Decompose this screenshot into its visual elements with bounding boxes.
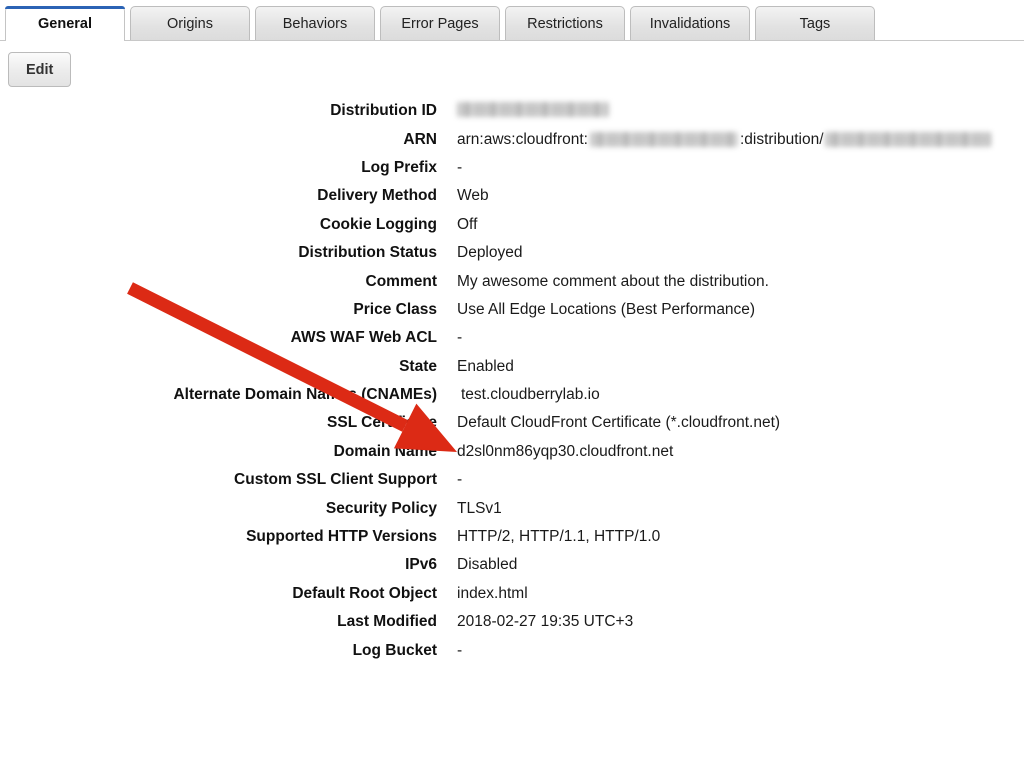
detail-label: Comment xyxy=(365,272,437,290)
detail-row: Supported HTTP Versions HTTP/2, HTTP/1.1,… xyxy=(0,523,1024,551)
distribution-details-list: Distribution ID ARN arn:aws:cloudfront: :di… xyxy=(0,97,1024,665)
tab-origins[interactable]: Origins xyxy=(130,6,250,40)
detail-label: Log Bucket xyxy=(352,641,437,659)
action-toolbar: Edit xyxy=(0,41,1024,97)
detail-label: Security Policy xyxy=(325,499,437,517)
detail-label: ARN xyxy=(403,130,437,148)
detail-row: SSL Certificate Default CloudFront Certif… xyxy=(0,409,1024,437)
detail-value: My awesome comment about the distributio… xyxy=(457,272,769,290)
detail-row: IPv6 Disabled xyxy=(0,551,1024,579)
detail-value: test.cloudberrylab.io xyxy=(461,386,600,404)
detail-row: Custom SSL Client Support - xyxy=(0,466,1024,494)
detail-label: Distribution Status xyxy=(298,244,437,262)
detail-row: Domain Name d2sl0nm86yqp30.cloudfront.net xyxy=(0,438,1024,466)
detail-label: State xyxy=(399,357,437,375)
detail-row: ARN arn:aws:cloudfront: :distribution/ xyxy=(0,125,1024,153)
detail-label: Log Prefix xyxy=(361,158,437,176)
detail-row: Distribution Status Deployed xyxy=(0,239,1024,267)
edit-button[interactable]: Edit xyxy=(8,52,72,87)
detail-value: HTTP/2, HTTP/1.1, HTTP/1.0 xyxy=(457,528,661,546)
tab-tags[interactable]: Tags xyxy=(755,6,875,40)
detail-value: Default CloudFront Certificate (*.cloudf… xyxy=(457,414,781,432)
detail-label: AWS WAF Web ACL xyxy=(290,329,437,347)
detail-value: index.html xyxy=(457,584,528,602)
detail-label: Cookie Logging xyxy=(319,215,437,233)
detail-label: Distribution ID xyxy=(330,102,437,120)
tab-behaviors[interactable]: Behaviors xyxy=(255,6,375,40)
redacted-account-id xyxy=(589,132,738,148)
tab-general[interactable]: General xyxy=(5,6,125,41)
detail-row: Cookie Logging Off xyxy=(0,211,1024,239)
detail-row: Distribution ID xyxy=(0,97,1024,125)
detail-value: arn:aws:cloudfront: :distribution/ xyxy=(457,131,991,149)
detail-label: IPv6 xyxy=(405,556,437,574)
detail-value: - xyxy=(457,471,463,489)
detail-row: Alternate Domain Names (CNAMEs) test.clou… xyxy=(0,381,1024,409)
detail-row: Price Class Use All Edge Locations (Best … xyxy=(0,296,1024,324)
arn-prefix: arn:aws:cloudfront: xyxy=(457,130,588,148)
detail-value: Enabled xyxy=(457,357,514,375)
redacted-distribution-id xyxy=(457,102,609,118)
detail-label: Custom SSL Client Support xyxy=(234,471,437,489)
detail-value: - xyxy=(457,158,463,176)
detail-row: Log Prefix - xyxy=(0,154,1024,182)
detail-value xyxy=(457,102,609,120)
detail-value: Off xyxy=(457,215,478,233)
detail-value: Deployed xyxy=(457,244,523,262)
detail-row: Delivery Method Web xyxy=(0,182,1024,210)
detail-value: Use All Edge Locations (Best Performance… xyxy=(457,300,756,318)
tab-error-pages[interactable]: Error Pages xyxy=(380,6,500,40)
tab-restrictions[interactable]: Restrictions xyxy=(505,6,625,40)
detail-value: Disabled xyxy=(457,556,518,574)
detail-value: - xyxy=(457,641,463,659)
detail-label: Domain Name xyxy=(333,442,437,460)
detail-row: Comment My awesome comment about the dist… xyxy=(0,267,1024,295)
tab-list: General Origins Behaviors Error Pages Restri… xyxy=(0,6,875,41)
detail-label: Last Modified xyxy=(337,613,437,631)
detail-value: d2sl0nm86yqp30.cloudfront.net xyxy=(457,442,674,460)
arn-middle: :distribution/ xyxy=(739,130,824,148)
detail-label: Alternate Domain Names (CNAMEs) xyxy=(173,386,437,404)
detail-value: TLSv1 xyxy=(457,499,502,517)
detail-row: Last Modified 2018-02-27 19:35 UTC+3 xyxy=(0,608,1024,636)
redacted-arn-distribution-id xyxy=(824,132,991,148)
detail-row: Default Root Object index.html xyxy=(0,580,1024,608)
tab-bar: General Origins Behaviors Error Pages Restri… xyxy=(0,0,1024,41)
detail-value: - xyxy=(457,329,463,347)
detail-label: Supported HTTP Versions xyxy=(246,528,437,546)
detail-value: 2018-02-27 19:35 UTC+3 xyxy=(457,613,634,631)
detail-label: Price Class xyxy=(353,300,437,318)
detail-value: Web xyxy=(457,187,489,205)
detail-label: Delivery Method xyxy=(317,187,437,205)
detail-row: Security Policy TLSv1 xyxy=(0,494,1024,522)
cloudfront-distribution-general-page: General Origins Behaviors Error Pages Restri… xyxy=(0,0,1024,761)
tab-invalidations[interactable]: Invalidations xyxy=(630,6,750,40)
detail-row: AWS WAF Web ACL - xyxy=(0,324,1024,352)
detail-label: Default Root Object xyxy=(292,584,437,602)
detail-row: Log Bucket - xyxy=(0,636,1024,664)
detail-row: State Enabled xyxy=(0,353,1024,381)
detail-label: SSL Certificate xyxy=(327,414,437,432)
